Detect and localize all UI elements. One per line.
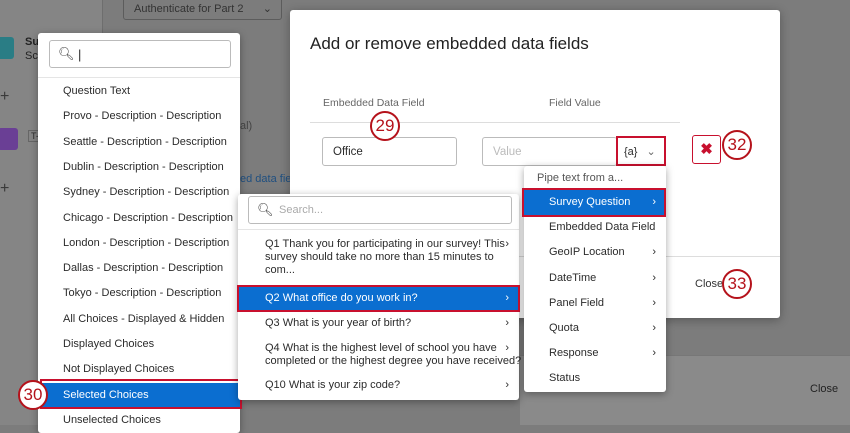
piped-text-label: {a} bbox=[624, 146, 638, 158]
search-text: | bbox=[78, 47, 82, 62]
question-text: Q10 What is your zip code? bbox=[265, 379, 401, 391]
question-item[interactable]: Q1 Thank you for participating in our su… bbox=[238, 232, 519, 284]
pipe-menu-item[interactable]: Status bbox=[524, 366, 666, 391]
question-text: survey should take no more than 15 minut… bbox=[265, 251, 494, 263]
column-header-value: Field Value bbox=[549, 97, 601, 109]
send-icon bbox=[0, 128, 18, 150]
chevron-right-icon: › bbox=[652, 271, 656, 284]
chevron-right-icon: › bbox=[505, 238, 509, 250]
annotation-32: 32 bbox=[722, 130, 752, 160]
pipe-menu-item[interactable]: Embedded Data Field bbox=[524, 215, 666, 240]
menu-item[interactable]: Tokyo - Description - Description bbox=[38, 281, 240, 306]
question-text: Q4 What is the highest level of school y… bbox=[265, 342, 497, 354]
menu-item-label: Embedded Data Field bbox=[549, 221, 656, 234]
chevron-right-icon: › bbox=[652, 322, 656, 334]
menu-item[interactable]: All Choices - Displayed & Hidden bbox=[38, 307, 240, 332]
question-item[interactable]: Q4 What is the highest level of school y… bbox=[238, 336, 522, 373]
menu-header: Pipe text from a... bbox=[537, 172, 624, 184]
menu-item[interactable]: Chicago - Description - Description bbox=[38, 206, 240, 231]
survey-question-menu: 🔍︎ Search... Q1 Thank you for participat… bbox=[237, 194, 522, 400]
question-search-input[interactable]: 🔍︎ Search... bbox=[248, 196, 512, 224]
highlight-box bbox=[40, 379, 242, 409]
menu-item-label: DateTime bbox=[549, 271, 597, 284]
highlight-box bbox=[522, 188, 666, 217]
close-button[interactable]: Close bbox=[695, 278, 723, 290]
piped-field-menu: 🔍︎ | Question Text Provo - Description - … bbox=[38, 33, 240, 433]
menu-item-label: Status bbox=[549, 372, 581, 385]
plus-icon[interactable]: + bbox=[0, 180, 9, 198]
menu-item[interactable]: Seattle - Description - Description bbox=[38, 130, 240, 155]
menu-item[interactable]: Unselected Choices bbox=[38, 408, 240, 433]
question-item[interactable]: Q3 What is your year of birth? › bbox=[238, 311, 519, 336]
piped-text-button[interactable]: {a} ⌄ bbox=[616, 136, 666, 166]
embedded-field-input[interactable]: Office bbox=[322, 137, 457, 166]
close-button[interactable]: Close bbox=[810, 383, 838, 395]
partial-label: al) bbox=[240, 120, 253, 132]
menu-item[interactable]: London - Description - Description bbox=[38, 231, 240, 256]
pipe-menu-item[interactable]: DateTime › bbox=[524, 266, 666, 291]
menu-item-label: Panel Field bbox=[549, 296, 605, 309]
menu-item-label: Response bbox=[549, 347, 599, 360]
highlight-box bbox=[237, 285, 520, 312]
plus-icon[interactable]: + bbox=[0, 88, 9, 106]
chevron-right-icon: › bbox=[505, 379, 509, 391]
chevron-down-icon: ⌄ bbox=[262, 3, 272, 15]
menu-item[interactable]: Sydney - Description - Description bbox=[38, 180, 240, 205]
chevron-right-icon: › bbox=[652, 296, 656, 309]
annotation-29: 29 bbox=[370, 111, 400, 141]
column-header-field: Embedded Data Field bbox=[323, 97, 425, 109]
menu-item[interactable]: Provo - Description - Description bbox=[38, 104, 240, 129]
question-text: Q3 What is your year of birth? bbox=[265, 317, 412, 329]
menu-item-label: GeoIP Location bbox=[549, 246, 625, 259]
annotation-30: 30 bbox=[18, 380, 48, 410]
select-value: Authenticate for Part 2 bbox=[134, 3, 244, 15]
search-icon: 🔍︎ bbox=[257, 202, 274, 217]
menu-item[interactable]: Displayed Choices bbox=[38, 332, 240, 357]
authenticator-select[interactable]: Authenticate for Part 2 ⌄ bbox=[123, 0, 282, 20]
field-value-input[interactable]: Value bbox=[482, 137, 617, 166]
search-placeholder: Search... bbox=[279, 204, 324, 216]
pipe-menu-item[interactable]: Panel Field › bbox=[524, 291, 666, 316]
annotation-33: 33 bbox=[722, 269, 752, 299]
menu-item[interactable]: Dublin - Description - Description bbox=[38, 155, 240, 180]
chevron-right-icon: › bbox=[505, 317, 509, 329]
search-input[interactable]: 🔍︎ | bbox=[49, 40, 231, 68]
question-text: com... bbox=[265, 264, 295, 276]
pipe-menu-item[interactable]: Quota › bbox=[524, 316, 666, 341]
sidebar-text: Su bbox=[25, 36, 40, 48]
delete-button[interactable]: ✖ bbox=[692, 135, 721, 164]
pipe-menu-item[interactable]: Response › bbox=[524, 341, 666, 366]
modal-title: Add or remove embedded data fields bbox=[310, 34, 589, 53]
chevron-right-icon: › bbox=[652, 347, 656, 360]
menu-item[interactable]: Question Text bbox=[38, 79, 240, 104]
chevron-right-icon: › bbox=[652, 246, 656, 259]
pipe-menu-item[interactable]: GeoIP Location › bbox=[524, 240, 666, 265]
chevron-right-icon: › bbox=[505, 342, 509, 354]
chevron-down-icon: ⌄ bbox=[646, 146, 656, 158]
question-item[interactable]: Q10 What is your zip code? › bbox=[238, 373, 519, 398]
embedded-data-link[interactable]: ed data fie bbox=[240, 173, 291, 185]
survey-icon bbox=[0, 37, 14, 59]
question-text: Q1 Thank you for participating in our su… bbox=[265, 238, 505, 250]
close-x-icon: ✖ bbox=[700, 141, 713, 158]
menu-item-label: Quota bbox=[549, 322, 579, 334]
menu-item[interactable]: Dallas - Description - Description bbox=[38, 256, 240, 281]
search-icon: 🔍︎ bbox=[58, 46, 75, 61]
sidebar-text: Sc bbox=[25, 50, 38, 62]
question-text: completed or the highest degree you have… bbox=[265, 355, 522, 367]
